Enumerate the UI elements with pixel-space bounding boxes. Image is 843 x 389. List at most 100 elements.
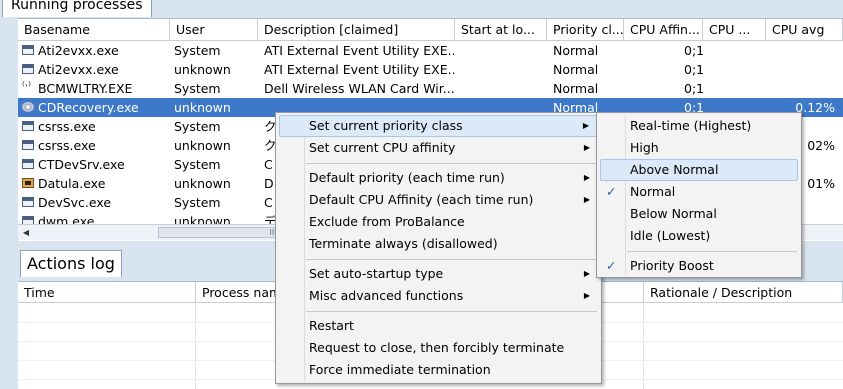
col-cpu-affinity-header[interactable]: CPU Affin... — [624, 19, 703, 40]
cd-icon — [22, 102, 34, 112]
checkmark-icon: ✓ — [606, 184, 617, 199]
menu-separator — [306, 163, 597, 164]
menu-item-terminate-always-disallowed[interactable]: Terminate always (disallowed) — [279, 233, 598, 255]
process-name: DevSvc.exe — [38, 195, 112, 210]
menu-item-set-auto-startup-type[interactable]: Set auto-startup type ▶ — [279, 263, 598, 285]
process-name: Ati2evxx.exe — [38, 43, 119, 58]
process-name: CDRecovery.exe — [38, 100, 139, 115]
running-processes-tabstrip: Running processes — [0, 0, 843, 18]
window-icon — [22, 64, 34, 74]
priority-option-above-normal[interactable]: Above Normal — [600, 159, 798, 181]
process-priority: Normal — [553, 43, 599, 58]
process-row[interactable]: Ati2evxx.exe System ATI External Event Uti… — [18, 41, 843, 60]
menu-item-label: Priority Boost — [630, 258, 714, 273]
menu-item-label: Set current CPU affinity — [309, 140, 456, 155]
submenu-arrow-icon: ▶ — [583, 291, 590, 300]
tab-actions-log[interactable]: Actions log — [20, 250, 122, 277]
priority-option-high[interactable]: High — [600, 137, 798, 159]
col-priority-class-header[interactable]: Priority cl... — [547, 19, 624, 40]
priority-option-real-time-highest[interactable]: Real-time (Highest) — [600, 115, 798, 137]
menu-separator — [306, 311, 597, 312]
process-grid-header: Basename User Description [claimed] Start a… — [18, 19, 843, 41]
menu-item-default-priority-each-time-run[interactable]: Default priority (each time run) ▶ — [279, 167, 598, 189]
process-row[interactable]: ⁽·⁾ BCMWLTRY.EXE System Dell Wireless WLAN … — [18, 79, 843, 98]
menu-item-label: Default priority (each time run) — [309, 170, 505, 185]
col-basename-header[interactable]: Basename — [18, 19, 170, 40]
process-user: System — [174, 43, 221, 58]
menu-item-label: Set current priority class — [309, 118, 463, 133]
process-name: BCMWLTRY.EXE — [38, 81, 133, 96]
window-icon — [22, 159, 34, 169]
log-column-divider — [195, 303, 196, 389]
priority-option-idle-lowest[interactable]: Idle (Lowest) — [600, 225, 798, 247]
col-start-at-logon-header[interactable]: Start at lo... — [455, 19, 547, 40]
process-description: ATI External Event Utility EXE... — [264, 62, 454, 77]
menu-item-label: Exclude from ProBalance — [309, 214, 465, 229]
priority-option-priority-boost[interactable]: ✓ Priority Boost — [600, 255, 798, 277]
process-user: unknown — [174, 138, 231, 153]
menu-separator — [306, 259, 597, 260]
priority-submenu: Real-time (Highest) High Above Normal ✓ Norm… — [596, 112, 802, 278]
process-priority: Normal — [553, 81, 599, 96]
submenu-arrow-icon: ▶ — [583, 269, 590, 278]
menu-item-restart[interactable]: Restart — [279, 315, 598, 337]
wireless-icon: ⁽·⁾ — [22, 79, 31, 92]
col-description-header[interactable]: Description [claimed] — [258, 19, 455, 40]
menu-item-label: Below Normal — [630, 206, 717, 221]
process-user: unknown — [174, 62, 231, 77]
submenu-arrow-icon: ▶ — [583, 143, 590, 152]
process-user: System — [174, 119, 221, 134]
submenu-arrow-icon: ▶ — [583, 195, 590, 204]
menu-item-label: Restart — [309, 318, 354, 333]
log-column-time[interactable]: Time — [18, 282, 196, 303]
datula-icon — [22, 178, 34, 188]
checkmark-icon: ✓ — [606, 258, 617, 273]
process-user: unknown — [174, 176, 231, 191]
menu-item-label: Default CPU Affinity (each time run) — [309, 192, 534, 207]
tab-running-processes[interactable]: Running processes — [2, 0, 152, 17]
menu-item-set-current-priority-class[interactable]: Set current priority class ▶ — [279, 115, 598, 137]
menu-item-label: Request to close, then forcibly terminat… — [309, 340, 565, 355]
menu-item-label: Misc advanced functions — [309, 288, 464, 303]
process-description: ATI External Event Utility EXE... — [264, 43, 454, 58]
log-column-rationale[interactable]: Rationale / Description — [644, 282, 843, 303]
menu-item-label: Real-time (Highest) — [630, 118, 752, 133]
window-icon — [22, 121, 34, 131]
menu-item-label: Idle (Lowest) — [630, 228, 711, 243]
menu-item-exclude-from-probalance[interactable]: Exclude from ProBalance — [279, 211, 598, 233]
menu-item-request-to-close-then-forcibly-terminate[interactable]: Request to close, then forcibly terminat… — [279, 337, 598, 359]
process-name: Ati2evxx.exe — [38, 62, 119, 77]
process-name: CTDevSrv.exe — [38, 157, 125, 172]
process-row[interactable]: Ati2evxx.exe unknown ATI External Event Ut… — [18, 60, 843, 79]
menu-item-set-current-cpu-affinity[interactable]: Set current CPU affinity ▶ — [279, 137, 598, 159]
menu-item-label: Set auto-startup type — [309, 266, 444, 281]
menu-item-label: Force immediate termination — [309, 362, 491, 377]
menu-item-label: High — [630, 140, 659, 155]
col-user-header[interactable]: User — [170, 19, 258, 40]
priority-option-normal[interactable]: ✓ Normal — [600, 181, 798, 203]
process-name: Datula.exe — [38, 176, 106, 191]
menu-item-force-immediate-termination[interactable]: Force immediate termination — [279, 359, 598, 381]
process-description: Dell Wireless WLAN Card Wir... — [264, 81, 454, 96]
process-user: System — [174, 195, 221, 210]
process-cpu-avg — [773, 41, 835, 60]
col-cpu-header[interactable]: CPU ... — [703, 19, 766, 40]
submenu-arrow-icon: ▶ — [582, 121, 589, 130]
menu-item-label: Terminate always (disallowed) — [309, 236, 498, 251]
process-user: System — [174, 157, 221, 172]
process-name: csrss.exe — [38, 138, 96, 153]
process-name: csrss.exe — [38, 119, 96, 134]
menu-item-label: Above Normal — [630, 162, 719, 177]
process-priority: Normal — [553, 62, 599, 77]
menu-item-default-cpu-affinity-each-time-run[interactable]: Default CPU Affinity (each time run) ▶ — [279, 189, 598, 211]
menu-item-misc-advanced-functions[interactable]: Misc advanced functions ▶ — [279, 285, 598, 307]
menu-item-label: Normal — [630, 184, 676, 199]
col-cpu-avg-header[interactable]: CPU avg — [766, 19, 843, 40]
context-menu: Set current priority class ▶ Set current C… — [275, 112, 602, 384]
window-icon — [22, 140, 34, 150]
window-icon — [22, 197, 34, 207]
scroll-left-icon[interactable]: ◀ — [18, 225, 34, 240]
priority-option-below-normal[interactable]: Below Normal — [600, 203, 798, 225]
log-column-divider — [643, 303, 644, 389]
window-icon — [22, 45, 34, 55]
